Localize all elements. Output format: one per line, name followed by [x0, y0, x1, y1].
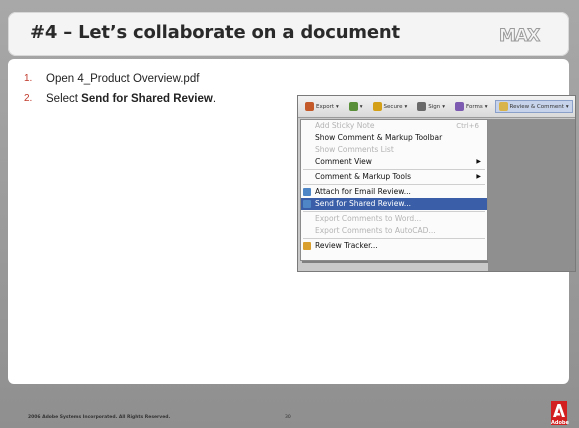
- menu-item[interactable]: Send for Shared Review...: [301, 198, 487, 210]
- chevron-down-icon: ▾: [336, 103, 339, 110]
- toolbar-button[interactable]: Review & Comment ▾: [494, 100, 573, 113]
- pen-icon: [417, 102, 427, 111]
- chevron-down-icon: ▾: [359, 103, 363, 110]
- menu-item-label: Show Comments List: [315, 145, 394, 154]
- menu-item[interactable]: Show Comment & Markup Toolbar: [301, 132, 487, 144]
- toolbar-button-label: Secure: [383, 103, 403, 110]
- toolbar-button[interactable]: Export ▾: [302, 101, 342, 112]
- step-list: 1. Open 4_Product Overview.pdf 2. Select Se…: [24, 69, 216, 109]
- menu-item-label: Review Tracker...: [315, 241, 378, 250]
- menu-item-label: Export Comments to Word...: [315, 214, 422, 223]
- chevron-down-icon: ▾: [484, 103, 488, 110]
- forms-icon: [455, 102, 464, 111]
- menu-item[interactable]: Review Tracker...: [301, 240, 487, 252]
- step-item: 1. Open 4_Product Overview.pdf: [24, 69, 216, 89]
- menu-item: Show Comments List: [301, 144, 487, 156]
- menu-item-label: Show Comment & Markup Toolbar: [315, 133, 443, 142]
- menu-item[interactable]: Comment View ▶: [301, 156, 487, 168]
- adobe-a-icon: [553, 404, 565, 417]
- step-number: 2.: [24, 93, 33, 104]
- copyright-notice: 2006 Adobe Systems Incorporated. All Rig…: [28, 415, 171, 420]
- step-number: 1.: [24, 73, 33, 84]
- toolbar-button[interactable]: Sign ▾: [414, 101, 448, 112]
- toolbar-button[interactable]: Secure ▾: [370, 101, 411, 112]
- shared-review-icon: [303, 200, 311, 208]
- menu-item: Add Sticky Note Ctrl+6: [301, 120, 487, 132]
- menu-item[interactable]: Comment & Markup Tools ▶: [301, 171, 487, 183]
- step-item: 2. Select Send for Shared Review.: [24, 89, 216, 109]
- menu-separator: [303, 169, 485, 170]
- menu-separator: [303, 211, 485, 212]
- menu-screenshot: Export ▾ ▾ Secure ▾ Sign ▾ Forms ▾ Review & Comme…: [297, 95, 576, 272]
- step-text: Select Send for Shared Review.: [46, 93, 217, 105]
- menu-item-label: Send for Shared Review...: [315, 199, 411, 208]
- acrobat-toolbar: Export ▾ ▾ Secure ▾ Sign ▾ Forms ▾ Review & Comme…: [298, 96, 575, 118]
- start-meeting-icon: [348, 102, 358, 111]
- review-comment-menu: Add Sticky Note Ctrl+6 Show Comment & Mark…: [300, 119, 488, 261]
- menu-separator: [303, 238, 485, 239]
- menu-item-label: Attach for Email Review...: [315, 187, 411, 196]
- review-tracker-icon: [303, 242, 311, 250]
- svg-text:MAX: MAX: [499, 26, 540, 44]
- toolbar-button-label: Forms: [466, 103, 483, 110]
- document-background: [488, 119, 575, 271]
- max-logo: MAX: [499, 26, 542, 44]
- lock-icon: [372, 102, 382, 111]
- menu-item[interactable]: Attach for Email Review...: [301, 186, 487, 198]
- toolbar-button-label: Export: [316, 103, 335, 110]
- chevron-down-icon: ▾: [565, 103, 569, 110]
- menu-item-label: Comment & Markup Tools: [315, 172, 411, 181]
- toolbar-button[interactable]: ▾: [346, 101, 366, 112]
- menu-item-label: Comment View: [315, 157, 372, 166]
- email-review-icon: [303, 188, 311, 196]
- page-number: 30: [285, 415, 291, 420]
- export-icon: [305, 102, 314, 111]
- submenu-arrow-icon: ▶: [476, 173, 481, 180]
- menu-shortcut: Ctrl+6: [456, 122, 479, 130]
- menu-separator: [303, 184, 485, 185]
- menu-item: Export Comments to Word...: [301, 213, 487, 225]
- toolbar-button[interactable]: Forms ▾: [452, 101, 491, 112]
- step-emphasis: Send for Shared Review: [81, 93, 213, 105]
- comment-icon: [498, 102, 508, 111]
- menu-item: Export Comments to AutoCAD...: [301, 225, 487, 237]
- submenu-arrow-icon: ▶: [476, 158, 481, 165]
- slide-title: #4 – Let’s collaborate on a document: [30, 22, 400, 43]
- title-bar: #4 – Let’s collaborate on a document MAX: [8, 12, 569, 56]
- chevron-down-icon: ▾: [442, 103, 445, 110]
- content-area: 1. Open 4_Product Overview.pdf 2. Select Se…: [8, 59, 576, 384]
- chevron-down-icon: ▾: [404, 103, 408, 110]
- step-text: Open 4_Product Overview.pdf: [46, 73, 200, 85]
- toolbar-button-label: Sign: [428, 103, 441, 110]
- menu-item-label: Add Sticky Note: [315, 121, 375, 130]
- menu-item-label: Export Comments to AutoCAD...: [315, 226, 436, 235]
- adobe-wordmark: Adobe: [551, 420, 569, 426]
- toolbar-button-label: Review & Comment: [509, 103, 564, 110]
